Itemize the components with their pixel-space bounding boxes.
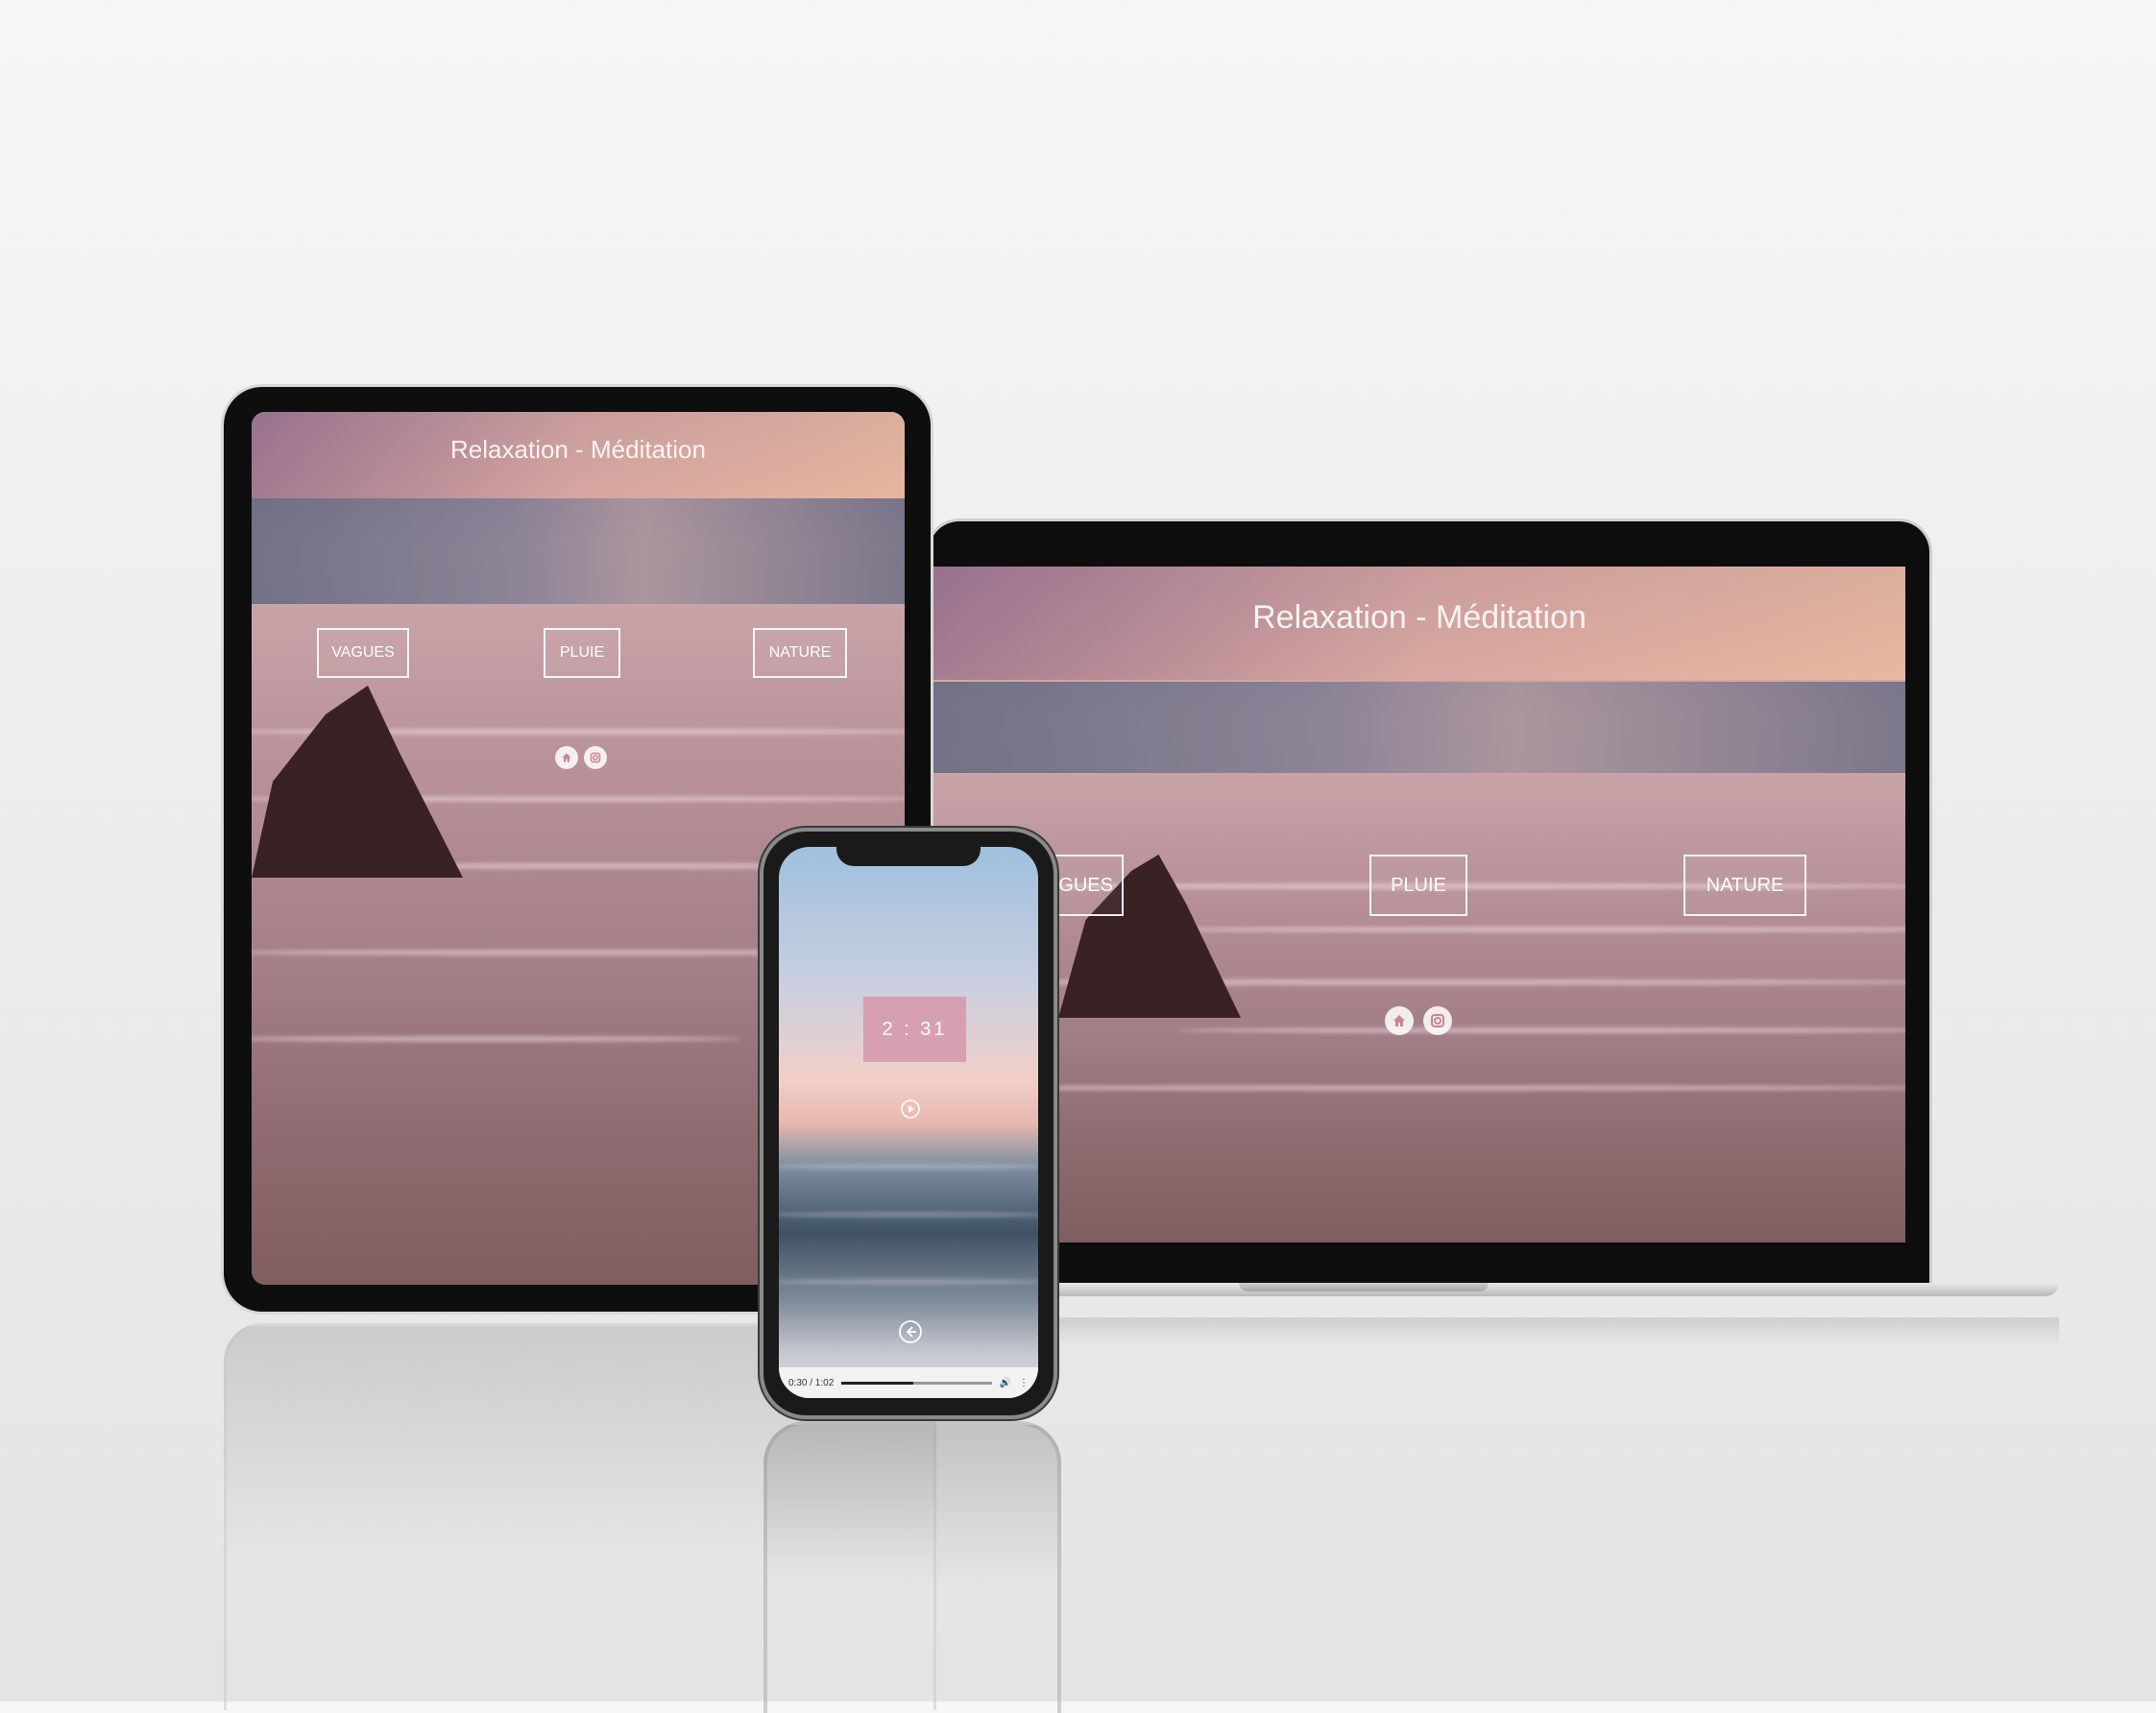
home-icon[interactable]: [1385, 1006, 1414, 1035]
category-button-nature[interactable]: NATURE: [1684, 855, 1806, 916]
tablet-header: Relaxation - Méditation: [252, 412, 905, 498]
media-seek-bar[interactable]: [841, 1381, 992, 1385]
laptop-notch: [1239, 1283, 1489, 1291]
instagram-icon[interactable]: [1423, 1006, 1452, 1035]
phone-notch: [836, 847, 981, 866]
category-button-nature[interactable]: NATURE: [753, 628, 847, 678]
play-icon[interactable]: [900, 1098, 921, 1120]
arrow-left-icon[interactable]: [898, 1319, 923, 1344]
category-button-pluie[interactable]: PLUIE: [544, 628, 620, 678]
more-icon[interactable]: ⋮: [1019, 1378, 1029, 1388]
laptop-header: Relaxation - Méditation: [933, 567, 1905, 680]
instagram-icon[interactable]: [584, 746, 607, 769]
phone-screen: 2 : 31 0:30 / 1:02 🔊 ⋮: [779, 847, 1038, 1398]
category-button-pluie[interactable]: PLUIE: [1369, 855, 1467, 916]
audio-player: 0:30 / 1:02 🔊 ⋮: [779, 1367, 1038, 1398]
laptop-screen: Relaxation - Méditation VAGUES PLUIE NAT…: [933, 567, 1905, 1243]
timer-display: 2 : 31: [863, 997, 966, 1062]
phone-reflection: [763, 1421, 1061, 1713]
page-title: Relaxation - Méditation: [1252, 599, 1587, 636]
category-button-vagues[interactable]: VAGUES: [317, 628, 409, 678]
media-time: 0:30 / 1:02: [788, 1377, 835, 1388]
home-icon[interactable]: [555, 746, 578, 769]
volume-icon[interactable]: 🔊: [1000, 1378, 1011, 1388]
media-seek-fill: [841, 1381, 914, 1385]
page-title: Relaxation - Méditation: [450, 435, 706, 464]
